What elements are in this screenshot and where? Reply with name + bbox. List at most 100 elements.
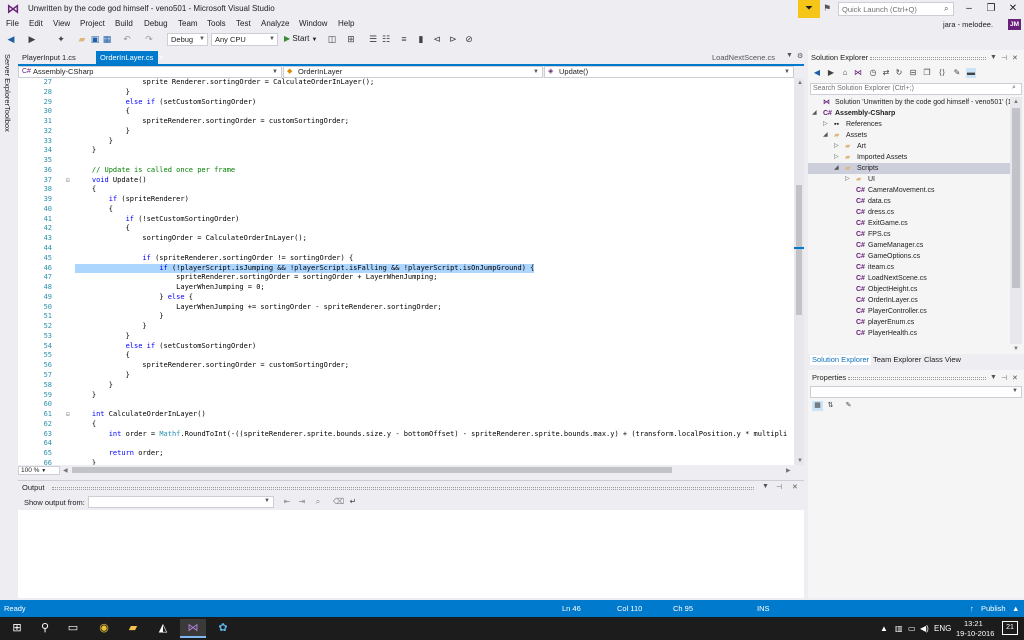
expand-arrow-icon[interactable]: ▷ bbox=[845, 174, 850, 185]
properties-close-icon[interactable]: ✕ bbox=[1012, 374, 1018, 382]
code-line[interactable]: 60 bbox=[18, 400, 794, 410]
code-line[interactable]: 64 bbox=[18, 439, 794, 449]
code-line[interactable]: 57 } bbox=[18, 371, 794, 381]
menu-edit[interactable]: Edit bbox=[29, 19, 43, 28]
collapse-arrow-icon[interactable]: ◢ bbox=[823, 130, 828, 141]
publish-chevron-icon[interactable]: ▲ bbox=[1012, 604, 1019, 613]
tree-item[interactable]: ◢ ▰ Scripts bbox=[808, 163, 1010, 174]
tab-list-dropdown-icon[interactable]: ▼ bbox=[786, 52, 793, 59]
vs-switch-views-icon[interactable]: ⋈ bbox=[853, 68, 863, 78]
output-drag-handle[interactable] bbox=[52, 487, 754, 490]
tab-orderinlayer[interactable]: OrderInLayer.cs × bbox=[96, 51, 164, 64]
tree-item[interactable]: C# ObjectHeight.cs bbox=[808, 284, 1010, 295]
menu-help[interactable]: Help bbox=[338, 19, 354, 28]
code-line[interactable]: 36 // Update is called once per frame bbox=[18, 166, 794, 176]
properties-pin-icon[interactable]: ⊣ bbox=[1001, 374, 1007, 382]
code-line[interactable]: 48 LayerWhenJumping = 0; bbox=[18, 283, 794, 293]
tree-item[interactable]: ▷ ▪▪ References bbox=[808, 119, 1010, 130]
toolbar-icon-attach[interactable]: ◫ bbox=[326, 33, 338, 45]
open-file-icon[interactable]: ▰ bbox=[76, 33, 88, 45]
save-icon[interactable]: ▣ bbox=[89, 33, 101, 45]
search-icon[interactable]: ⚲ bbox=[32, 619, 58, 638]
solution-tree-scroll-thumb[interactable] bbox=[1012, 108, 1020, 288]
home-icon[interactable]: ⌂ bbox=[840, 68, 850, 78]
code-line[interactable]: 35 bbox=[18, 156, 794, 166]
code-editor[interactable]: 27 sprite Renderer.sortingOrder = Calcul… bbox=[18, 78, 794, 465]
solution-pin-icon[interactable]: ⊣ bbox=[1001, 54, 1007, 62]
chrome-icon[interactable]: ◉ bbox=[91, 619, 117, 638]
bookmark-prev-icon[interactable]: ⊲ bbox=[431, 33, 443, 45]
network-icon[interactable]: ▥ bbox=[895, 624, 903, 633]
code-line[interactable]: 30 { bbox=[18, 107, 794, 117]
toolbar-icon-comment[interactable]: ☰ bbox=[367, 33, 379, 45]
scroll-up-icon[interactable]: ▲ bbox=[1013, 99, 1019, 105]
clock-time[interactable]: 13:21 bbox=[964, 619, 983, 628]
pending-changes-icon[interactable]: ◷ bbox=[868, 68, 878, 78]
tree-item[interactable]: ◢ ▰ Assets bbox=[808, 130, 1010, 141]
code-line[interactable]: 63 int order = Mathf.RoundToInt(-((sprit… bbox=[18, 430, 794, 440]
code-line[interactable]: 55 { bbox=[18, 351, 794, 361]
scroll-down-icon[interactable]: ▼ bbox=[1013, 346, 1019, 352]
output-close-icon[interactable]: ✕ bbox=[792, 483, 798, 491]
find-message-icon[interactable]: ⌕ bbox=[313, 497, 323, 507]
toolbar-icon-find[interactable]: ⊞ bbox=[345, 33, 357, 45]
output-options-icon[interactable]: ▼ bbox=[762, 483, 769, 490]
word-wrap-icon[interactable]: ↵ bbox=[348, 497, 358, 507]
close-window-button[interactable]: ✕ bbox=[1002, 0, 1024, 18]
tab-playerinput[interactable]: PlayerInput 1.cs bbox=[18, 51, 80, 64]
code-line[interactable]: 41 if (!setCustomSortingOrder) bbox=[18, 215, 794, 225]
toolbar-icon-uncomment[interactable]: ☷ bbox=[380, 33, 392, 45]
code-line[interactable]: 47 spriteRenderer.sortingOrder = sorting… bbox=[18, 273, 794, 283]
back-icon[interactable]: ◀ bbox=[812, 68, 822, 78]
menu-build[interactable]: Build bbox=[115, 19, 133, 28]
menu-test[interactable]: Test bbox=[236, 19, 251, 28]
navigate-forward-icon[interactable]: ▶ bbox=[26, 33, 38, 45]
alphabetical-icon[interactable]: ⇅ bbox=[825, 401, 836, 411]
code-line[interactable]: 56 spriteRenderer.sortingOrder = customS… bbox=[18, 361, 794, 371]
menu-project[interactable]: Project bbox=[80, 19, 105, 28]
save-all-icon[interactable]: ▦ bbox=[101, 33, 113, 45]
tab-team-explorer[interactable]: Team Explorer bbox=[871, 355, 923, 365]
code-line[interactable]: 46 if (!playerScript.isJumping && !playe… bbox=[18, 263, 794, 274]
solution-platform-select[interactable]: Any CPU ▼ bbox=[211, 33, 278, 46]
properties-options-icon[interactable]: ▼ bbox=[990, 374, 997, 381]
server-explorer-tab[interactable]: Server Explorer bbox=[3, 54, 12, 106]
notifications-badge[interactable]: 21 bbox=[1002, 621, 1018, 635]
file-explorer-icon[interactable]: ▰ bbox=[120, 619, 146, 638]
code-line[interactable]: 42 { bbox=[18, 224, 794, 234]
project-navigation-select[interactable]: C# Assembly-CSharp ▼ bbox=[18, 66, 282, 78]
tree-item[interactable]: C# FPS.cs bbox=[808, 229, 1010, 240]
tree-item[interactable]: C# GameOptions.cs bbox=[808, 251, 1010, 262]
tree-item[interactable]: C# PlayerHealth.cs bbox=[808, 328, 1010, 339]
toolbox-tab[interactable]: Toolbox bbox=[3, 106, 12, 132]
fold-toggle-icon[interactable]: ⊟ bbox=[66, 410, 70, 420]
user-avatar[interactable]: JM bbox=[1008, 19, 1021, 30]
fold-toggle-icon[interactable]: ⊟ bbox=[66, 176, 70, 186]
minimize-button[interactable]: – bbox=[958, 0, 980, 18]
code-line[interactable]: 51 } bbox=[18, 312, 794, 322]
scroll-up-icon[interactable]: ▲ bbox=[797, 80, 803, 86]
zoom-level-select[interactable]: 100 % ▼ bbox=[18, 466, 60, 475]
collapse-arrow-icon[interactable]: ◢ bbox=[834, 163, 839, 174]
tree-item[interactable]: C# iteam.cs bbox=[808, 262, 1010, 273]
code-line[interactable]: 31 spriteRenderer.sortingOrder = customS… bbox=[18, 117, 794, 127]
code-line[interactable]: 33 } bbox=[18, 137, 794, 147]
collapse-arrow-icon[interactable]: ◢ bbox=[812, 108, 817, 119]
code-line[interactable]: 44 bbox=[18, 244, 794, 254]
battery-icon[interactable]: ▭ bbox=[908, 624, 916, 633]
visual-studio-taskbar-icon[interactable]: ⋈ bbox=[180, 619, 206, 638]
menu-analyze[interactable]: Analyze bbox=[261, 19, 289, 28]
start-debugging-button[interactable]: ▶ Start ▼ bbox=[284, 33, 317, 45]
code-line[interactable]: 29 else if (setCustomSortingOrder) bbox=[18, 98, 794, 108]
quick-launch-search-icon[interactable]: ⌕ bbox=[944, 2, 954, 16]
tab-class-view[interactable]: Class View bbox=[922, 355, 963, 365]
collapse-all-icon[interactable]: ⊟ bbox=[908, 68, 918, 78]
refresh-icon[interactable]: ↻ bbox=[894, 68, 904, 78]
settings-icon[interactable]: ⚙ bbox=[797, 52, 803, 60]
menu-file[interactable]: File bbox=[6, 19, 19, 28]
tree-item[interactable]: ▷ ▰ UI bbox=[808, 174, 1010, 185]
code-line[interactable]: 65 return order; bbox=[18, 449, 794, 459]
menu-view[interactable]: View bbox=[53, 19, 70, 28]
code-line[interactable]: 34 } bbox=[18, 146, 794, 156]
goto-prev-message-icon[interactable]: ⇤ bbox=[282, 497, 292, 507]
